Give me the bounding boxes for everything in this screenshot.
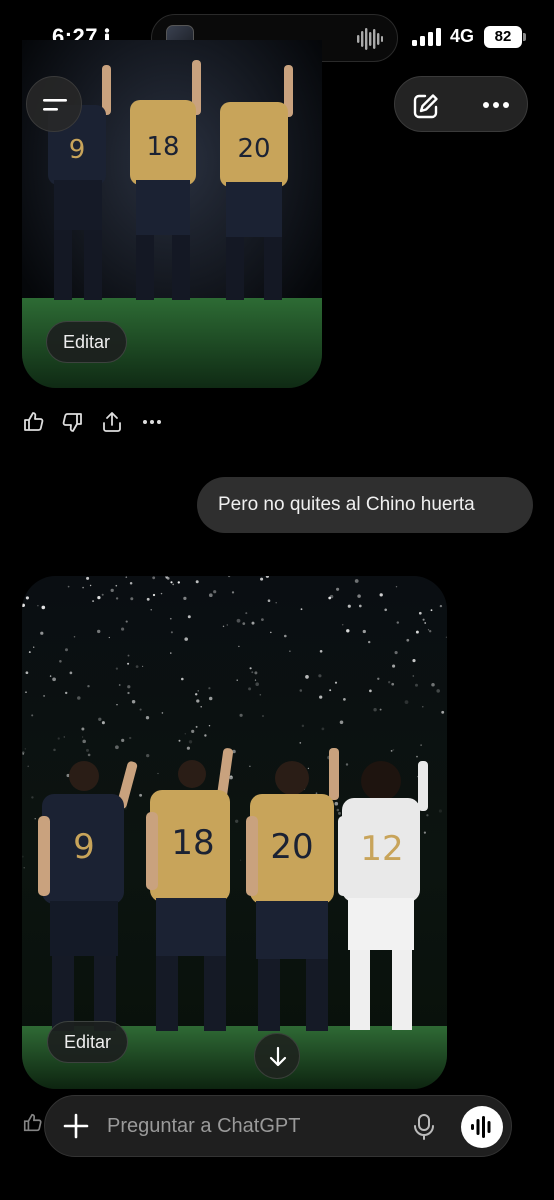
- thumbs-down-icon[interactable]: [60, 410, 84, 434]
- more-options-button[interactable]: [465, 77, 527, 133]
- thumbs-up-icon[interactable]: [22, 1112, 44, 1134]
- jersey-number: 18: [146, 132, 179, 162]
- edit-image-button[interactable]: Editar: [47, 1021, 129, 1063]
- sidebar-menu-icon: [43, 99, 67, 111]
- voice-mode-button[interactable]: [461, 1106, 503, 1148]
- jersey-number: 9: [69, 135, 86, 165]
- message-composer: [44, 1095, 512, 1157]
- battery-icon: 82: [484, 26, 522, 48]
- jersey-number: 12: [360, 829, 403, 869]
- arrow-down-icon: [269, 1046, 287, 1067]
- cellular-signal-icon: [412, 28, 441, 46]
- more-dots-icon[interactable]: [140, 410, 164, 434]
- user-message-bubble: Pero no quites al Chino huerta: [197, 477, 533, 533]
- new-chat-button[interactable]: [395, 77, 457, 133]
- audio-waveform-icon: [357, 28, 383, 50]
- battery-tip: [523, 33, 526, 41]
- thumbs-up-icon[interactable]: [22, 410, 46, 434]
- sidebar-menu-button[interactable]: [26, 76, 82, 132]
- jersey-number: 18: [171, 823, 214, 863]
- network-type: 4G: [450, 26, 475, 46]
- edit-image-button[interactable]: Editar: [46, 321, 128, 363]
- jersey-number: 20: [270, 827, 313, 867]
- stadium-scene: 9 18 20 12: [22, 576, 447, 1089]
- jersey-number: 9: [73, 827, 95, 867]
- microphone-icon[interactable]: [411, 1113, 437, 1141]
- top-actions-pill: [394, 76, 528, 132]
- generated-image-2[interactable]: 9 18 20 12: [22, 576, 447, 1089]
- share-icon[interactable]: [100, 410, 124, 434]
- message-input[interactable]: [107, 1096, 397, 1156]
- jersey-number: 20: [237, 134, 270, 164]
- voice-waveform-icon: [471, 1116, 491, 1138]
- scroll-to-bottom-button[interactable]: [254, 1033, 300, 1079]
- plus-icon[interactable]: [63, 1113, 89, 1139]
- more-dots-icon: [483, 102, 509, 108]
- new-chat-icon: [413, 94, 438, 119]
